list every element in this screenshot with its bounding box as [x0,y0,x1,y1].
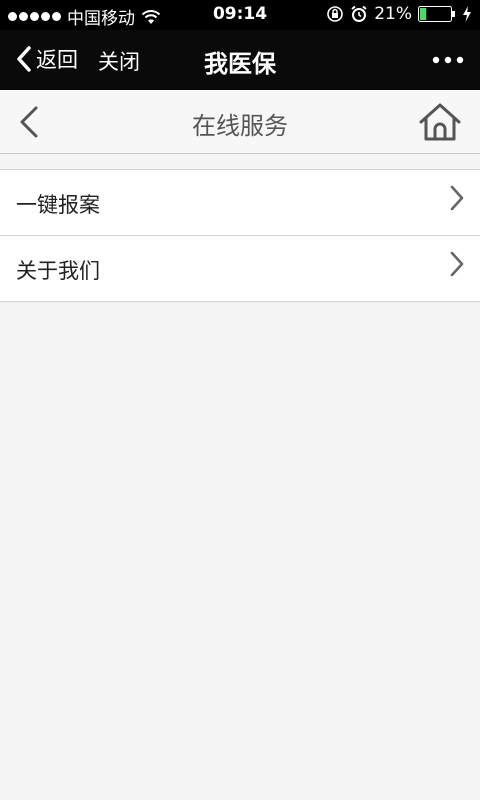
chevron-right-icon [450,185,464,211]
menu-item-label: 关于我们 [16,259,100,283]
chevron-right-icon [450,251,464,277]
sub-header: 在线服务 [0,90,480,154]
status-bar: 中国移动 09:14 21% [0,0,480,30]
battery-icon [418,6,455,22]
menu-item-about-us[interactable]: 关于我们 [0,236,480,302]
battery-percent: 21% [374,4,412,24]
charging-icon [463,6,471,22]
status-right: 21% [326,4,472,24]
menu-item-label: 一键报案 [16,193,100,217]
service-menu-list: 一键报案 关于我们 [0,169,480,302]
top-nav-bar: 返回 关闭 我医保 [0,30,480,90]
alarm-icon [351,5,367,22]
home-icon[interactable] [418,102,462,142]
rotation-lock-icon [327,6,344,22]
more-options-icon[interactable] [430,48,466,72]
sub-header-title: 在线服务 [192,112,288,140]
page-title: 我医保 [204,50,276,78]
menu-item-report-case[interactable]: 一键报案 [0,170,480,236]
